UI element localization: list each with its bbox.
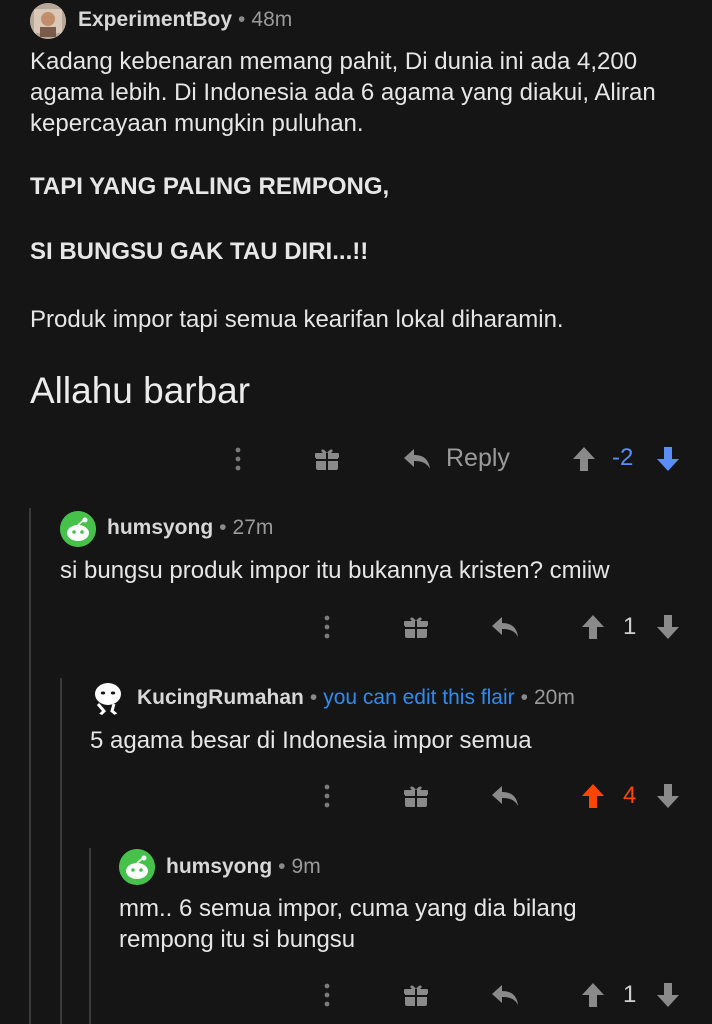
timestamp: 27m [232, 516, 274, 539]
user-flair[interactable]: you can edit this flair [323, 686, 514, 709]
vote-score: 1 [623, 981, 637, 1008]
reply-arrow-icon[interactable] [490, 612, 520, 642]
body-line: kepercayaan mungkin puluhan. [30, 110, 364, 137]
upvote-icon[interactable] [579, 612, 607, 642]
body-line: rempong itu si bungsu [119, 926, 356, 953]
more-options-icon[interactable] [315, 781, 339, 811]
reply-arrow-icon[interactable] [402, 444, 432, 474]
avatar[interactable] [90, 680, 126, 716]
downvote-icon[interactable] [654, 781, 682, 811]
more-options-icon[interactable] [226, 444, 250, 474]
upvote-icon[interactable] [579, 781, 607, 811]
timestamp: 9m [291, 855, 321, 878]
author-name[interactable]: ExperimentBoy [78, 8, 232, 31]
timestamp: 20m [534, 686, 575, 709]
comment-body: si bungsu produk impor itu bukannya kris… [60, 557, 610, 584]
author-name[interactable]: humsyong [107, 516, 213, 539]
avatar[interactable] [30, 3, 66, 39]
caps-line: SI BUNGSU GAK TAU DIRI...!! [30, 238, 369, 265]
reply-arrow-icon[interactable] [490, 781, 520, 811]
separator-dot: • [520, 686, 528, 709]
thread-line[interactable] [89, 848, 91, 1024]
comment-header: humsyong • 9m [166, 855, 321, 879]
upvote-icon[interactable] [570, 444, 598, 474]
body-line: agama lebih. Di Indonesia ada 6 agama ya… [30, 79, 656, 106]
avatar[interactable] [60, 511, 96, 547]
comment-body: 5 agama besar di Indonesia impor semua [90, 727, 532, 754]
upvote-icon[interactable] [579, 980, 607, 1010]
vote-score: 1 [623, 613, 637, 640]
more-options-icon[interactable] [315, 612, 339, 642]
thread-line[interactable] [60, 678, 62, 1024]
downvote-icon[interactable] [654, 444, 682, 474]
reply-arrow-icon[interactable] [490, 980, 520, 1010]
caps-line: TAPI YANG PALING REMPONG, [30, 173, 390, 200]
vote-score: 4 [623, 782, 637, 809]
more-options-icon[interactable] [315, 980, 339, 1010]
comment-heading: Allahu barbar [30, 370, 251, 411]
reply-button[interactable]: Reply [446, 444, 510, 473]
body-line: mm.. 6 semua impor, cuma yang dia bilang [119, 895, 577, 922]
thread-line[interactable] [29, 508, 31, 1024]
downvote-icon[interactable] [654, 980, 682, 1010]
timestamp: 48m [251, 8, 293, 31]
separator-dot: • [309, 686, 318, 709]
separator-dot: • [238, 8, 246, 31]
comment-header: humsyong • 27m [107, 516, 273, 540]
author-name[interactable]: humsyong [166, 855, 272, 878]
separator-dot: • [278, 855, 286, 878]
award-gift-icon[interactable] [402, 980, 430, 1010]
award-gift-icon[interactable] [402, 781, 430, 811]
award-gift-icon[interactable] [402, 612, 430, 642]
body-line: Produk impor tapi semua kearifan lokal d… [30, 306, 564, 333]
downvote-icon[interactable] [654, 612, 682, 642]
separator-dot: • [219, 516, 227, 539]
comment-header: KucingRumahan • you can edit this flair • 20… [137, 686, 575, 710]
body-line: Kadang kebenaran memang pahit, Di dunia … [30, 48, 638, 75]
vote-score: -2 [612, 444, 634, 471]
avatar[interactable] [119, 849, 155, 885]
comment-body: mm.. 6 semua impor, cuma yang dia bilang… [119, 893, 699, 955]
comment-header: ExperimentBoy • 48m [78, 8, 292, 36]
comment-body: Kadang kebenaran memang pahit, Di dunia … [30, 46, 700, 139]
award-gift-icon[interactable] [313, 444, 341, 474]
author-name[interactable]: KucingRumahan [137, 686, 304, 709]
